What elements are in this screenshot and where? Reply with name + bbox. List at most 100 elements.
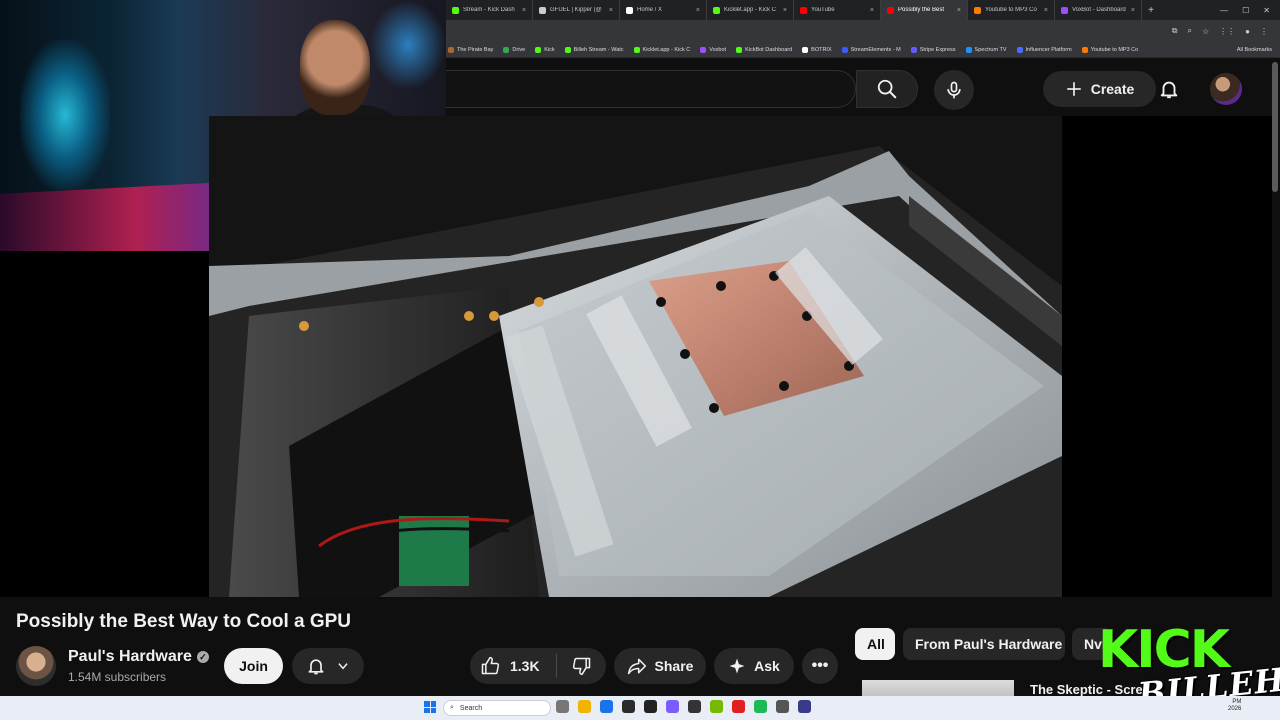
bookmark-label: Kicklet.app - Kick C: [642, 46, 691, 53]
share-button[interactable]: Share: [614, 648, 706, 684]
tab-favicon-icon: [974, 6, 981, 14]
video-player[interactable]: [209, 116, 1062, 597]
bookmark-label: Influencer Platform: [1025, 46, 1072, 53]
filter-chip[interactable]: All: [855, 628, 895, 660]
browser-tab[interactable]: YouTube ×: [794, 0, 881, 20]
tab-close-icon[interactable]: ×: [783, 7, 787, 14]
taskbar-app-icon[interactable]: [622, 700, 635, 713]
tab-label: YouTube: [811, 7, 835, 13]
taskbar-app-icon[interactable]: [776, 700, 789, 713]
like-count: 1.3K: [510, 658, 540, 674]
bookmark-item[interactable]: The Pirate Bay: [448, 46, 493, 53]
bookmark-star-icon[interactable]: ☆: [1202, 27, 1209, 36]
page-scrollbar[interactable]: [1272, 62, 1278, 192]
browser-tab[interactable]: VoxBot - Dashboard ×: [1055, 0, 1142, 20]
taskbar-search-label: Search: [459, 704, 483, 712]
bookmark-favicon-icon: [1016, 46, 1023, 53]
browser-tab-strip: Stream - Kick Dash × GFUEL | Kipper (@ × Hom…: [446, 0, 1280, 20]
subscription-notifications-button[interactable]: [292, 648, 364, 684]
bookmark-item[interactable]: Spectrum TV: [965, 46, 1007, 53]
voice-search-button[interactable]: [934, 70, 974, 110]
video-frame-gpu: [209, 116, 1062, 597]
search-button[interactable]: [856, 70, 918, 108]
browser-tab[interactable]: Kicklet.app - Kick C ×: [707, 0, 794, 20]
close-window-button[interactable]: ✕: [1263, 6, 1270, 15]
taskbar-app-icon[interactable]: [600, 700, 613, 713]
create-label: Create: [1090, 81, 1135, 97]
notifications-button[interactable]: [1151, 71, 1187, 107]
bookmark-item[interactable]: BOTRIX: [802, 46, 832, 53]
tab-favicon-icon: [539, 6, 546, 14]
extensions-icon[interactable]: ⋮⋮: [1219, 27, 1235, 36]
profile-icon[interactable]: ●: [1245, 27, 1250, 36]
create-button[interactable]: Create: [1043, 71, 1156, 107]
taskbar-app-icon[interactable]: [578, 700, 591, 713]
minimize-button[interactable]: —: [1220, 6, 1228, 15]
ask-button[interactable]: Ask: [714, 648, 794, 684]
bookmark-item[interactable]: Youtube to MP3 Co: [1081, 46, 1138, 53]
sparkle-icon: [729, 658, 745, 674]
share-arrow-icon: [627, 658, 646, 675]
taskbar-app-icon[interactable]: [754, 700, 767, 713]
dislike-button[interactable]: [557, 656, 606, 676]
windows-start-icon[interactable]: [424, 701, 436, 713]
tab-close-icon[interactable]: ×: [1131, 7, 1135, 14]
plus-icon: [1066, 82, 1081, 96]
search-input[interactable]: [446, 70, 856, 108]
windows-taskbar: ⌕ Search PM 2026: [0, 696, 1280, 720]
tab-label: Possibly the Best: [898, 7, 945, 13]
taskbar-clock: PM 2026: [1228, 699, 1241, 713]
bookmark-item[interactable]: Drive: [503, 46, 525, 53]
taskbar-app-icon[interactable]: [798, 700, 811, 713]
bookmark-label: BOTRIX: [811, 46, 832, 53]
bookmark-item[interactable]: Kick: [535, 46, 555, 53]
taskbar-app-icon[interactable]: [732, 700, 745, 713]
bookmark-item[interactable]: Stripe Express: [910, 46, 956, 53]
taskbar-app-icon[interactable]: [644, 700, 657, 713]
cast-icon[interactable]: ⧉: [1172, 26, 1178, 36]
bookmark-item[interactable]: Billeh Stream - Watc: [564, 46, 624, 53]
like-dislike-group: 1.3K: [470, 648, 606, 684]
browser-tab[interactable]: Stream - Kick Dash ×: [446, 0, 533, 20]
join-button[interactable]: Join: [224, 648, 283, 684]
bookmark-item[interactable]: Voxbot: [700, 46, 726, 53]
zoom-icon[interactable]: ⌕: [1188, 26, 1192, 36]
tab-favicon-icon: [626, 6, 633, 14]
bookmark-favicon-icon: [841, 46, 848, 53]
browser-tab[interactable]: Youtube to MP3 Co ×: [968, 0, 1055, 20]
address-bar-toolbar: ⧉ ⌕ ☆ ⋮⋮ ● ⋮: [446, 20, 1280, 42]
streamer-head: [300, 20, 370, 115]
thumbs-up-icon: [481, 656, 500, 675]
browser-tab[interactable]: GFUEL | Kipper (@ ×: [533, 0, 620, 20]
tab-close-icon[interactable]: ×: [609, 7, 613, 14]
account-avatar[interactable]: [1210, 73, 1242, 105]
channel-name[interactable]: Paul's Hardware ✓: [68, 648, 209, 666]
browser-menu-icon[interactable]: ⋮: [1260, 27, 1268, 36]
browser-tab[interactable]: Home / X ×: [620, 0, 707, 20]
maximize-button[interactable]: ☐: [1242, 6, 1249, 15]
channel-avatar[interactable]: [16, 646, 56, 686]
more-actions-button[interactable]: •••: [802, 648, 838, 684]
tab-close-icon[interactable]: ×: [522, 7, 526, 14]
taskbar-app-icon[interactable]: [666, 700, 679, 713]
taskbar-app-icon[interactable]: [556, 700, 569, 713]
tab-close-icon[interactable]: ×: [1044, 7, 1048, 14]
filter-chip[interactable]: From Paul's Hardware: [903, 628, 1065, 660]
tab-close-icon[interactable]: ×: [870, 7, 874, 14]
new-tab-button[interactable]: +: [1142, 5, 1160, 16]
like-button[interactable]: 1.3K: [470, 656, 556, 676]
bookmark-item[interactable]: Influencer Platform: [1016, 46, 1072, 53]
bookmark-item[interactable]: KickBot Dashboard: [736, 46, 792, 53]
taskbar-search[interactable]: ⌕ Search: [443, 700, 551, 716]
browser-tab[interactable]: Possibly the Best ×: [881, 0, 968, 20]
chevron-down-icon: [338, 663, 348, 670]
bookmark-item[interactable]: Kicklet.app - Kick C: [633, 46, 691, 53]
taskbar-app-icon[interactable]: [688, 700, 701, 713]
tab-close-icon[interactable]: ×: [957, 7, 961, 14]
thumbs-down-icon: [572, 657, 590, 676]
all-bookmarks-button[interactable]: All Bookmarks: [1237, 47, 1280, 53]
tab-close-icon[interactable]: ×: [696, 7, 700, 14]
taskbar-app-icon[interactable]: [710, 700, 723, 713]
taskbar-apps: [556, 700, 811, 713]
bookmark-item[interactable]: StreamElements - M: [841, 46, 901, 53]
